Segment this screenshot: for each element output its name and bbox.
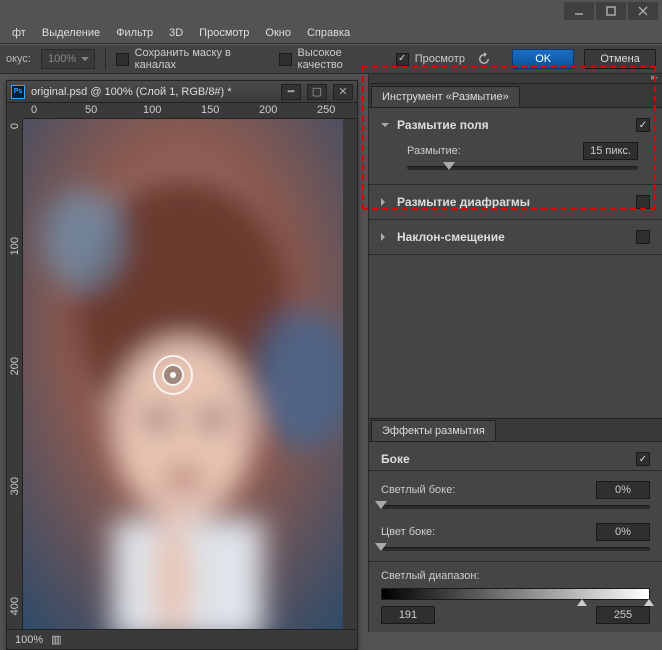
light-bokeh-label: Светлый боке:	[381, 484, 455, 496]
ruler-vertical: 0 100 200 300 400	[7, 119, 23, 629]
menu-item[interactable]: Окно	[257, 22, 299, 44]
focus-label: окус:	[6, 53, 31, 65]
twisty-icon[interactable]	[381, 123, 389, 131]
status-icon: ▥	[51, 633, 61, 646]
blur-value-input[interactable]: 15 пикс.	[583, 142, 638, 160]
iris-blur-title: Размытие диафрагмы	[397, 195, 628, 209]
light-range-gradient[interactable]	[381, 588, 650, 600]
canvas[interactable]	[23, 119, 343, 629]
menu-item[interactable]: Выделение	[34, 22, 108, 44]
menu-item[interactable]: Фильтр	[108, 22, 161, 44]
tilt-shift-title: Наклон-смещение	[397, 230, 628, 244]
menu-item[interactable]: Просмотр	[191, 22, 257, 44]
range-high-input[interactable]: 255	[596, 606, 650, 624]
menu-item[interactable]: фт	[4, 22, 34, 44]
doc-minimize-button[interactable]: ━	[281, 84, 301, 100]
high-quality-checkbox[interactable]: Высокое качество	[279, 47, 386, 71]
close-window-button[interactable]	[628, 2, 658, 20]
field-blur-title: Размытие поля	[397, 118, 628, 132]
options-bar: окус: 100% Сохранить маску в каналах Выс…	[0, 44, 662, 74]
maximize-window-button[interactable]	[596, 2, 626, 20]
ok-button[interactable]: OK	[512, 49, 574, 69]
high-quality-label: Высокое качество	[298, 47, 386, 71]
color-bokeh-label: Цвет боке:	[381, 526, 435, 538]
blur-effects-tab[interactable]: Эффекты размытия	[371, 420, 496, 441]
save-mask-checkbox[interactable]: Сохранить маску в каналах	[116, 47, 269, 71]
menu-item[interactable]: Справка	[299, 22, 358, 44]
tilt-shift-checkbox[interactable]	[636, 230, 650, 244]
bokeh-checkbox[interactable]	[636, 452, 650, 466]
preview-checkbox[interactable]: Просмотр	[396, 53, 465, 66]
panel-collapse-strip[interactable]	[369, 74, 662, 84]
focus-combo[interactable]: 100%	[41, 49, 95, 69]
document-title: original.psd @ 100% (Слой 1, RGB/8#) *	[31, 86, 275, 98]
color-bokeh-slider[interactable]	[381, 547, 650, 551]
reset-icon[interactable]	[475, 50, 492, 68]
preview-label: Просмотр	[415, 53, 465, 65]
blur-slider[interactable]	[407, 166, 638, 170]
doc-close-button[interactable]: ✕	[333, 84, 353, 100]
blur-label: Размытие:	[407, 145, 461, 157]
doc-maximize-button[interactable]: ▢	[307, 84, 327, 100]
color-bokeh-value[interactable]: 0%	[596, 523, 650, 541]
menubar: фт Выделение Фильтр 3D Просмотр Окно Спр…	[0, 22, 662, 44]
iris-blur-checkbox[interactable]	[636, 195, 650, 209]
blur-pin[interactable]	[153, 355, 193, 395]
twisty-icon[interactable]	[381, 198, 389, 206]
cancel-button[interactable]: Отмена	[584, 49, 656, 69]
light-bokeh-slider[interactable]	[381, 505, 650, 509]
document-window: Ps original.psd @ 100% (Слой 1, RGB/8#) …	[6, 80, 358, 650]
menu-item[interactable]: 3D	[161, 22, 191, 44]
save-mask-label: Сохранить маску в каналах	[135, 47, 269, 71]
blur-tool-tab[interactable]: Инструмент «Размытие»	[371, 86, 520, 107]
ruler-horizontal: 0 50 100 150 200 250	[23, 103, 357, 119]
field-blur-checkbox[interactable]	[636, 118, 650, 132]
minimize-window-button[interactable]	[564, 2, 594, 20]
zoom-level[interactable]: 100%	[15, 634, 43, 646]
ps-file-icon: Ps	[11, 85, 25, 99]
bokeh-title: Боке	[381, 452, 628, 466]
range-low-input[interactable]: 191	[381, 606, 435, 624]
twisty-icon[interactable]	[381, 233, 389, 241]
light-range-label: Светлый диапазон:	[369, 570, 662, 582]
light-bokeh-value[interactable]: 0%	[596, 481, 650, 499]
